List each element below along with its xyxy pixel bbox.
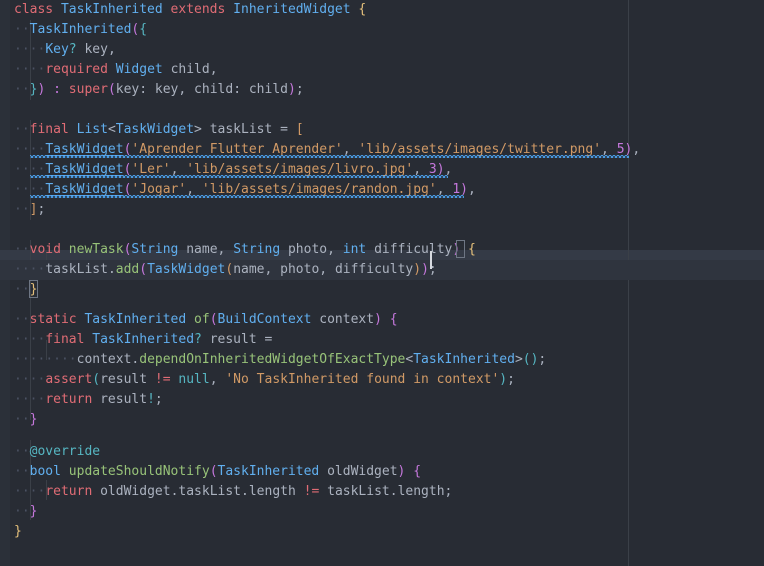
code-line[interactable]: ··static TaskInherited of(BuildContext c… xyxy=(0,310,764,330)
diagnostic-squiggle xyxy=(30,195,464,198)
code-line[interactable]: ········context.dependOnInheritedWidgetO… xyxy=(0,350,764,370)
code-line-blank[interactable] xyxy=(0,100,764,120)
code-line[interactable]: ··final List<TaskWidget> taskList = [ xyxy=(0,120,764,140)
code-line[interactable]: ····assert(result != null, 'No TaskInher… xyxy=(0,370,764,390)
code-line[interactable]: ··} xyxy=(0,410,764,430)
code-line[interactable]: ··]; xyxy=(0,200,764,220)
code-line-blank[interactable] xyxy=(0,220,764,240)
code-line[interactable]: } xyxy=(0,522,764,542)
code-line[interactable]: ··} xyxy=(0,280,764,300)
bracket-match-close xyxy=(29,280,38,298)
code-editor[interactable]: class TaskInherited extends InheritedWid… xyxy=(0,0,764,566)
code-line[interactable]: ··bool updateShouldNotify(TaskInherited … xyxy=(0,462,764,482)
diagnostic-squiggle xyxy=(30,175,448,178)
text-caret xyxy=(430,251,432,269)
diagnostic-squiggle xyxy=(30,155,629,158)
code-content[interactable]: class TaskInherited extends InheritedWid… xyxy=(0,0,764,566)
code-line[interactable]: class TaskInherited extends InheritedWid… xyxy=(0,0,764,20)
code-line[interactable]: ··@override xyxy=(0,442,764,462)
bracket-match-open xyxy=(456,240,465,258)
code-line[interactable]: ····required Widget child, xyxy=(0,60,764,80)
code-line-active[interactable]: ····taskList.add(TaskWidget(name, photo,… xyxy=(0,260,764,280)
code-line[interactable]: ····final TaskInherited? result = xyxy=(0,330,764,350)
code-line[interactable]: ··void newTask(String name, String photo… xyxy=(0,240,764,260)
code-line[interactable]: ····return oldWidget.taskList.length != … xyxy=(0,482,764,502)
code-line[interactable]: ··}) : super(key: key, child: child); xyxy=(0,80,764,100)
code-line[interactable]: ····return result!; xyxy=(0,390,764,410)
code-line[interactable]: ····Key? key, xyxy=(0,40,764,60)
code-line[interactable]: ··} xyxy=(0,502,764,522)
code-line[interactable]: ··TaskInherited({ xyxy=(0,20,764,40)
